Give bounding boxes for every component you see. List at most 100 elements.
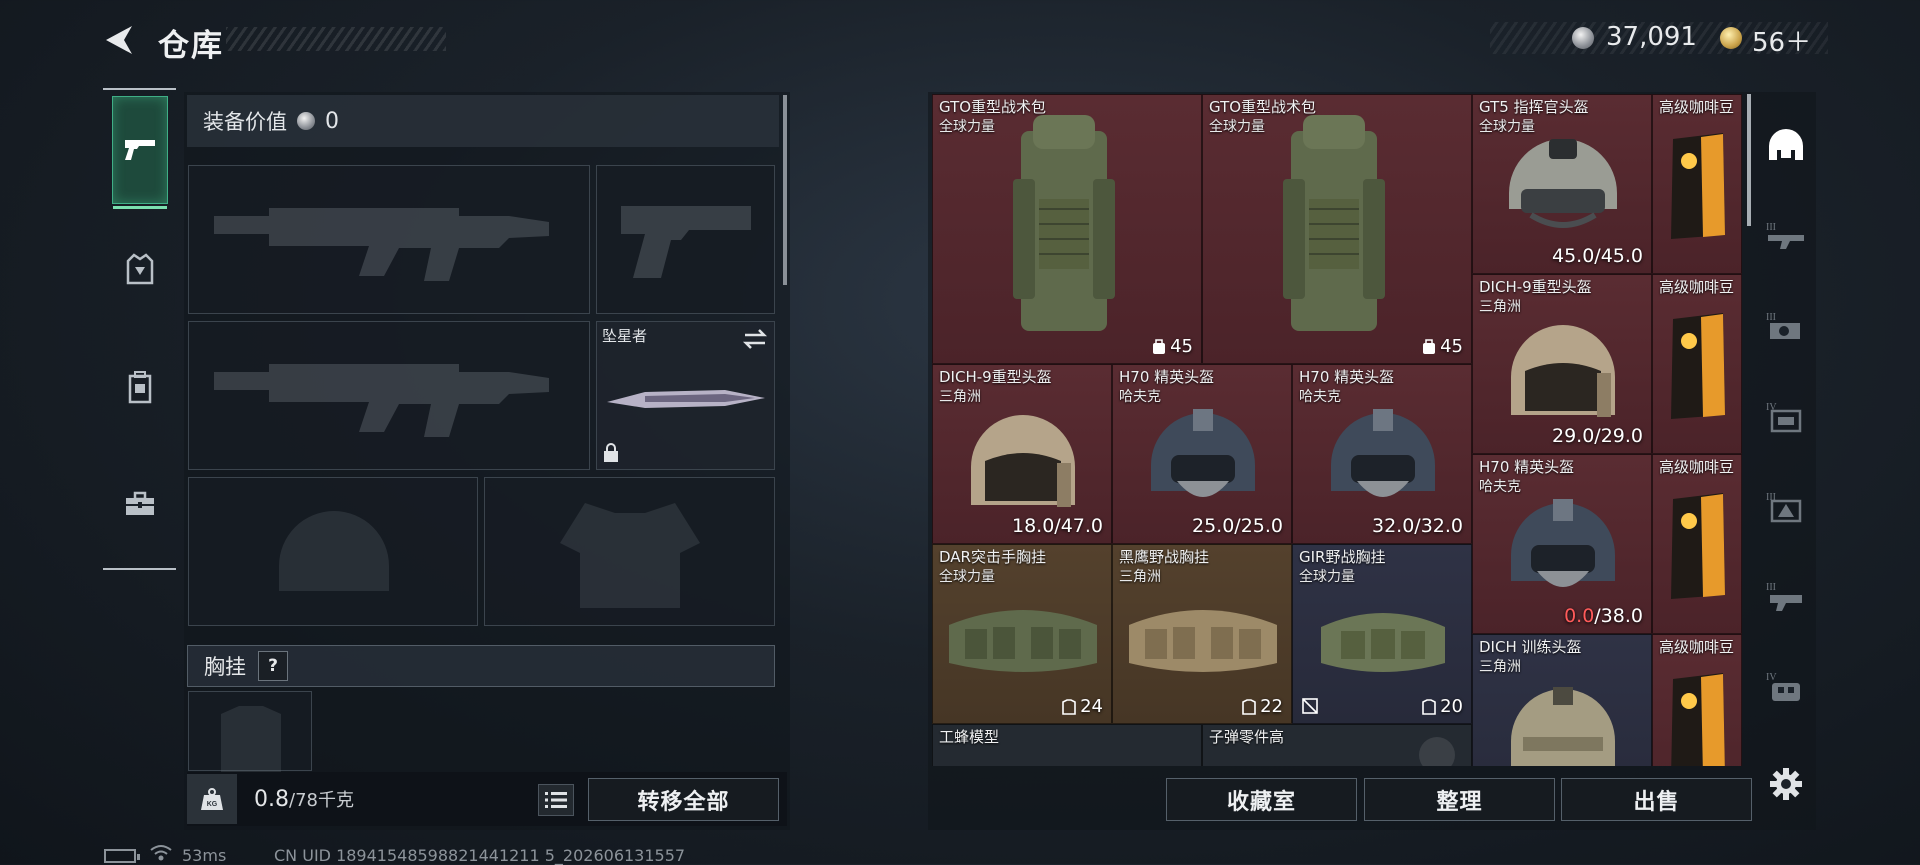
help-button[interactable]: ? xyxy=(258,651,288,681)
coffee-bag-icon xyxy=(1671,493,1725,599)
helmet-filter-icon xyxy=(1769,129,1803,160)
rig-small-icon xyxy=(1422,698,1436,715)
item-name: H70 精英头盔 xyxy=(1479,458,1575,476)
body-armor-slot[interactable] xyxy=(484,477,775,626)
helmet-icon xyxy=(1509,139,1617,228)
item-name: 高级咖啡豆 xyxy=(1659,458,1735,476)
durability: 25.0/25.0 xyxy=(1191,515,1283,537)
tab-weapons[interactable] xyxy=(112,96,168,209)
durability: 0.0/38.0 xyxy=(1564,605,1643,627)
stash-item[interactable]: 工蜂模型 xyxy=(932,724,1202,766)
stash-item[interactable]: 高级咖啡豆 xyxy=(1652,94,1742,274)
item-name: H70 精英头盔 xyxy=(1119,368,1215,386)
stash-item[interactable]: 高级咖啡豆 xyxy=(1652,454,1742,634)
chest-rig-slot[interactable] xyxy=(188,691,312,772)
stash-item[interactable]: H70 精英头盔 哈夫克 32.0/32.0 xyxy=(1292,364,1472,544)
backpack-icon xyxy=(1013,115,1115,331)
filter-tier3-gun[interactable]: III xyxy=(1760,206,1812,266)
stash-item[interactable]: 高级咖啡豆 xyxy=(1652,274,1742,454)
user-id: CN UID 18941548598821441211 5_2026061315… xyxy=(274,846,686,865)
sidearm-slot[interactable] xyxy=(596,165,775,314)
title-decoration xyxy=(226,27,446,51)
tier4-chest-icon: IV xyxy=(1766,672,1800,701)
stash-item[interactable]: GIR野战胸挂 全球力量 20 xyxy=(1292,544,1472,724)
capacity: 45 xyxy=(1422,336,1463,357)
item-image xyxy=(1419,737,1455,766)
pistol-silhouette-icon xyxy=(621,206,751,278)
secondary-weapon-slot[interactable] xyxy=(188,321,590,470)
capacity-value: 20 xyxy=(1440,696,1463,717)
stash-item[interactable]: DAR突击手胸挂 全球力量 24 xyxy=(932,544,1112,724)
stash-item[interactable]: 高级咖啡豆 xyxy=(1652,634,1742,766)
equipment-value: 0 xyxy=(325,108,339,134)
item-faction: 三角洲 xyxy=(1119,569,1161,585)
ping: 53ms xyxy=(182,846,227,865)
filter-tier3-equip[interactable]: III xyxy=(1760,566,1812,626)
capacity-value: 45 xyxy=(1170,336,1193,357)
silver-coin-icon xyxy=(1572,27,1594,49)
filter-tier3-triangle[interactable]: III xyxy=(1760,476,1812,536)
tab-tools[interactable] xyxy=(103,456,176,551)
armor-silhouette-icon xyxy=(560,503,700,608)
stash-grid: GTO重型战术包 全球力量 45 GTO重型战术包 全球力量 45 GT5 指挥… xyxy=(932,94,1742,766)
settings-button[interactable] xyxy=(1766,764,1806,804)
collection-room-button[interactable]: 收藏室 xyxy=(1166,778,1357,821)
stash-item[interactable]: GTO重型战术包 全球力量 45 xyxy=(932,94,1202,364)
stash-item[interactable]: DICH 训练头盔 三角洲 xyxy=(1472,634,1652,766)
back-arrow-icon xyxy=(106,26,132,54)
item-name: DAR突击手胸挂 xyxy=(939,548,1046,566)
stash-item[interactable]: 子弹零件高 xyxy=(1202,724,1472,766)
list-icon xyxy=(545,792,567,808)
rig-small-icon xyxy=(1062,698,1076,715)
stash-item[interactable]: GT5 指挥官头盔 全球力量 45.0/45.0 xyxy=(1472,94,1652,274)
primary-weapon-slot[interactable] xyxy=(188,165,590,314)
stash-item[interactable]: H70 精英头盔 哈夫克 25.0/25.0 xyxy=(1112,364,1292,544)
filter-rail: III III IV III III IV xyxy=(1760,96,1812,766)
tab-armor[interactable] xyxy=(103,222,176,317)
item-name: 工蜂模型 xyxy=(939,728,1000,746)
rifle-silhouette-icon xyxy=(214,364,549,437)
durability-current: 0.0 xyxy=(1564,605,1595,627)
equipment-scrollbar[interactable] xyxy=(783,95,787,285)
melee-slot[interactable]: 坠星者 xyxy=(596,321,775,470)
sell-button[interactable]: 出售 xyxy=(1561,778,1752,821)
item-name: H70 精英头盔 xyxy=(1299,368,1395,386)
swap-icon[interactable] xyxy=(742,328,768,350)
filter-helmet[interactable] xyxy=(1760,116,1812,176)
durability-max: /38.0 xyxy=(1594,605,1643,627)
vest-icon xyxy=(126,252,153,284)
capacity: 20 xyxy=(1422,696,1463,717)
backpack-small-icon xyxy=(1153,338,1166,354)
stash-item[interactable]: 黑鹰野战胸挂 三角洲 22 xyxy=(1112,544,1292,724)
stash-scrollbar[interactable] xyxy=(1747,94,1751,226)
list-button[interactable] xyxy=(538,784,574,816)
backpack-icon xyxy=(1283,115,1385,331)
stash-item[interactable]: GTO重型战术包 全球力量 45 xyxy=(1202,94,1472,364)
item-name: 高级咖啡豆 xyxy=(1659,638,1735,656)
stash-item[interactable]: DICH-9重型头盔 三角洲 18.0/47.0 xyxy=(932,364,1112,544)
filter-tier4-box[interactable]: IV xyxy=(1760,386,1812,446)
helmet-icon xyxy=(1151,409,1255,497)
transfer-all-button[interactable]: 转移全部 xyxy=(588,778,779,821)
back-button[interactable] xyxy=(100,20,140,60)
helmet-icon xyxy=(971,415,1075,507)
helmet-slot[interactable] xyxy=(188,477,478,626)
sort-button[interactable]: 整理 xyxy=(1364,778,1555,821)
knife-icon xyxy=(607,390,765,408)
tab-backpack[interactable] xyxy=(103,339,176,434)
filter-tier3-grenade[interactable]: III xyxy=(1760,296,1812,356)
battery-icon xyxy=(104,849,140,863)
filter-tier4-chest[interactable]: IV xyxy=(1760,656,1812,716)
item-name: DICH 训练头盔 xyxy=(1479,638,1582,656)
gold-amount[interactable]: 56＋ xyxy=(1752,22,1811,59)
stash-item[interactable]: H70 精英头盔 哈夫克 0.0/38.0 xyxy=(1472,454,1652,634)
tier3-grenade-icon: III xyxy=(1766,312,1800,339)
stash-item[interactable]: DICH-9重型头盔 三角洲 29.0/29.0 xyxy=(1472,274,1652,454)
item-faction: 全球力量 xyxy=(1209,119,1265,135)
silver-amount: 37,091 xyxy=(1606,22,1697,52)
coffee-bag-icon xyxy=(1671,313,1725,419)
capacity-value: 24 xyxy=(1080,696,1103,717)
helmet-icon xyxy=(1511,687,1615,766)
toolbox-icon xyxy=(125,491,154,515)
chest-rig-icon xyxy=(1129,610,1277,672)
